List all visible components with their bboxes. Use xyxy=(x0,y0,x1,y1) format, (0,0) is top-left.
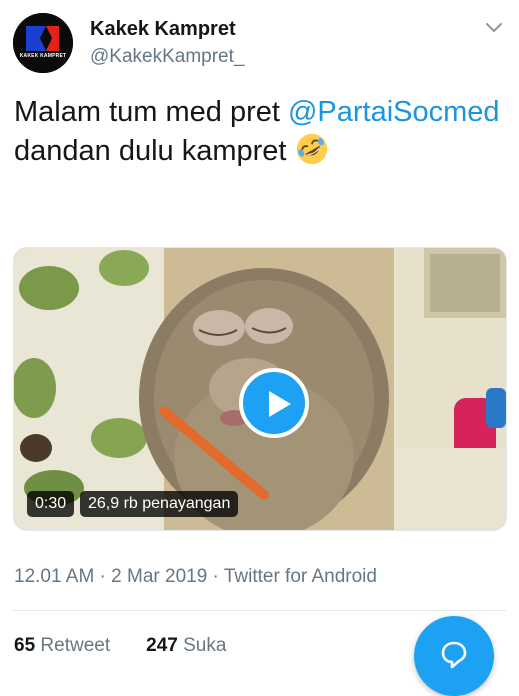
like-count: 247 xyxy=(146,635,178,656)
avatar[interactable]: KAKEK KAMPRET xyxy=(13,13,73,73)
retweet-count: 65 xyxy=(14,635,36,656)
like-label: Suka xyxy=(183,635,227,656)
compose-reply-button[interactable] xyxy=(414,616,494,696)
author-handle[interactable]: @KakekKampret_ xyxy=(90,46,244,68)
play-button[interactable] xyxy=(239,368,309,438)
tweet-text-part2: dandan dulu kampret xyxy=(14,135,295,167)
tweet-timestamp-source[interactable]: 12.01 AM · 2 Mar 2019 · Twitter for Andr… xyxy=(14,566,377,588)
video-player[interactable]: 0:30 26,9 rb penayangan xyxy=(13,247,507,531)
mention-link[interactable]: @PartaiSocmed xyxy=(288,96,500,128)
tweet-text: Malam tum med pret @PartaiSocmed dandan … xyxy=(14,93,504,171)
avatar-logo-text: KAKEK KAMPRET xyxy=(19,53,67,59)
video-views-badge: 26,9 rb penayangan xyxy=(80,491,239,517)
tweet-text-part1: Malam tum med pret xyxy=(14,96,288,128)
retweet-label: Retweet xyxy=(40,635,111,656)
rolling-on-floor-laughing-emoji-icon xyxy=(296,133,327,165)
author-display-name[interactable]: Kakek Kampret xyxy=(90,18,236,41)
tweet-stats: 65 Retweet 247 Suka xyxy=(14,635,226,657)
chevron-down-icon[interactable] xyxy=(484,20,504,36)
logo-icon xyxy=(13,13,73,73)
like-stat[interactable]: 247 Suka xyxy=(146,635,226,656)
retweet-stat[interactable]: 65 Retweet xyxy=(14,635,110,656)
reply-bubble-icon xyxy=(441,641,467,669)
play-icon xyxy=(269,391,291,417)
video-duration-badge: 0:30 xyxy=(27,491,75,517)
divider xyxy=(13,610,506,611)
